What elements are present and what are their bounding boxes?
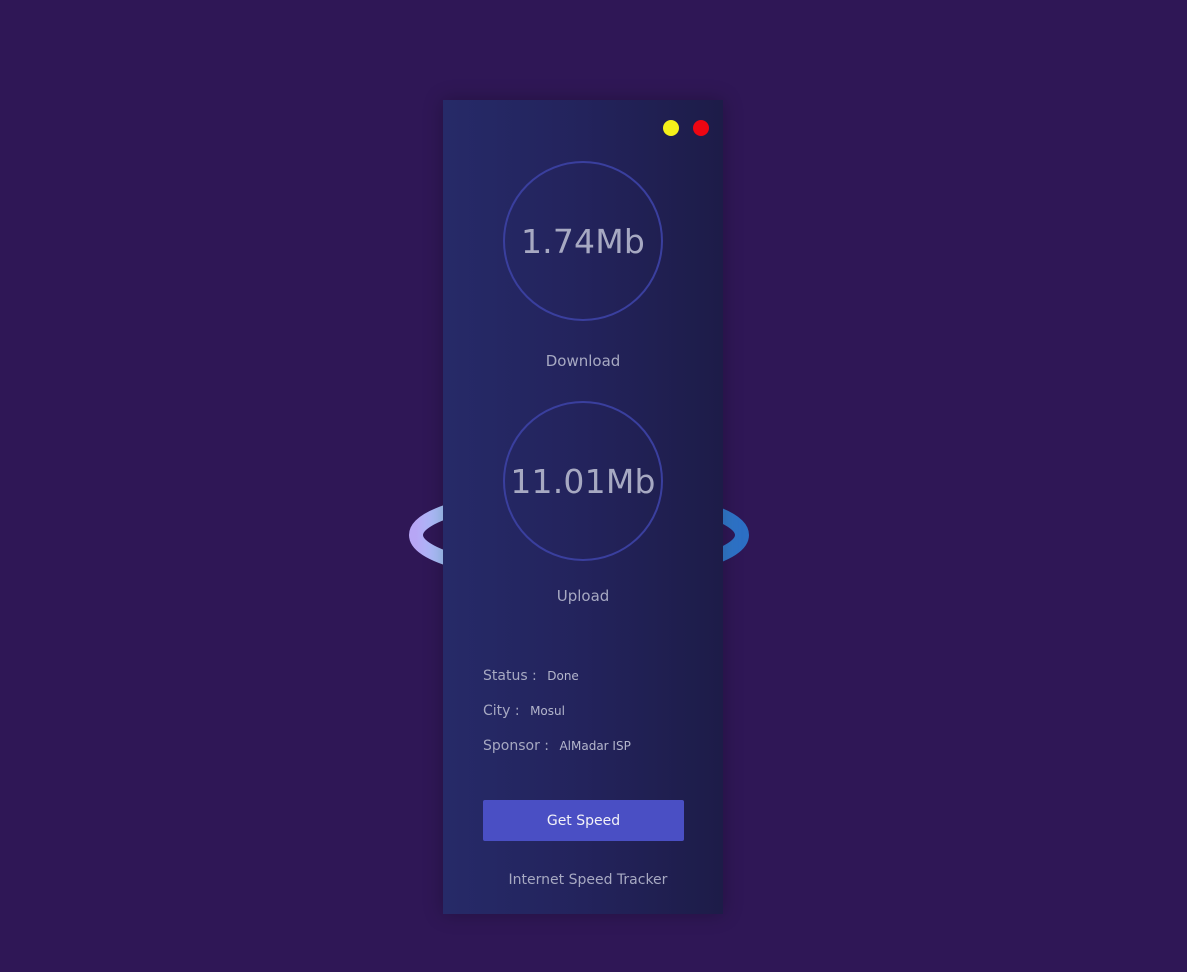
sponsor-key: Sponsor : [483, 738, 549, 754]
get-speed-button[interactable]: Get Speed [483, 800, 684, 841]
upload-value: 11.01Mb [510, 461, 656, 501]
minimize-button[interactable] [663, 120, 679, 136]
app-title: Internet Speed Tracker [508, 872, 668, 888]
download-gauge: 1.74Mb [503, 161, 663, 321]
download-label: Download [545, 352, 621, 370]
status-value: Done [547, 669, 579, 683]
status-key: Status : [483, 668, 537, 684]
city-key: City : [483, 703, 520, 719]
close-button[interactable] [693, 120, 709, 136]
sponsor-value: AlMadar ISP [559, 739, 631, 753]
upload-gauge: 11.01Mb [503, 401, 663, 561]
upload-label: Upload [556, 587, 610, 605]
download-value: 1.74Mb [520, 221, 646, 261]
sponsor-row: Sponsor : AlMadar ISP [483, 738, 631, 754]
city-value: Mosul [530, 704, 565, 718]
status-row: Status : Done [483, 668, 579, 684]
city-row: City : Mosul [483, 703, 565, 719]
app-stage: 1.74Mb Download 11.01Mb Upload Status : … [0, 0, 1187, 972]
